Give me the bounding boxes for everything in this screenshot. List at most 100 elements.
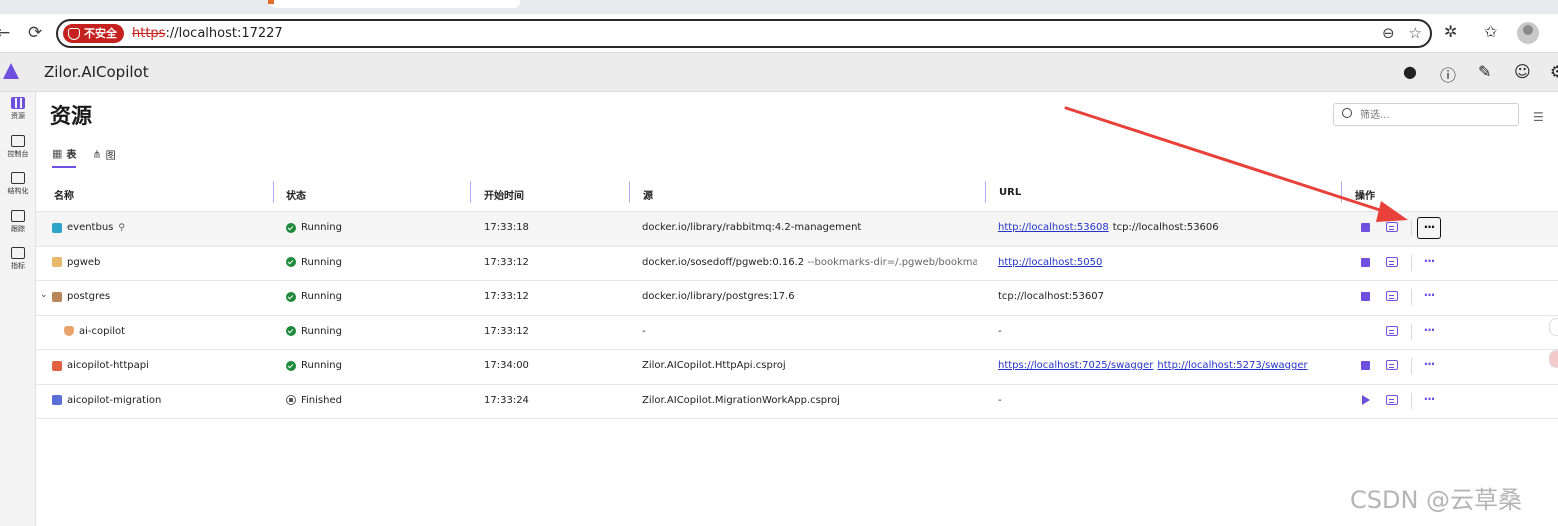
header-actions: 操作	[1355, 191, 1375, 202]
ai-assist-icon[interactable]: ✎	[1478, 62, 1491, 81]
column-resizer[interactable]	[470, 181, 471, 203]
table-row[interactable]: pgweb Running 17:33:12 docker.io/sosedof…	[36, 247, 1558, 281]
console-logs-button[interactable]	[1386, 394, 1398, 405]
view-tabs: ▦ 表 ⋔ 图	[52, 146, 116, 168]
nav-resources[interactable]: 资源	[0, 97, 36, 121]
start-time: 17:33:24	[484, 394, 529, 406]
favorites-icon[interactable]: ✩	[1484, 22, 1497, 41]
tab-table[interactable]: ▦ 表	[52, 146, 77, 168]
side-widget[interactable]	[1549, 350, 1558, 368]
stop-button[interactable]	[1361, 257, 1370, 267]
nav-label: 跟踪	[11, 225, 25, 233]
browser-tab[interactable]	[270, 0, 520, 8]
reload-icon[interactable]: ⟳	[28, 23, 42, 43]
project-icon	[52, 360, 62, 371]
nav-structured-logs[interactable]: 结构化	[0, 172, 36, 196]
table-row[interactable]: eventbus ⚲ Running 17:33:18 docker.io/li…	[36, 212, 1558, 247]
source-text: -	[642, 325, 646, 337]
console-logs-button[interactable]	[1386, 325, 1398, 336]
container-icon	[52, 222, 62, 233]
header-state[interactable]: 状态	[286, 187, 306, 202]
table-row[interactable]: aicopilot-migration Finished 17:33:24 Zi…	[36, 385, 1558, 419]
nav-metrics[interactable]: 指标	[0, 247, 36, 271]
table-row[interactable]: aicopilot-httpapi Running 17:34:00 Zilor…	[36, 350, 1558, 385]
resource-urls: http://localhost:5050	[998, 257, 1338, 268]
console-logs-button[interactable]	[1386, 256, 1398, 267]
column-resizer[interactable]	[985, 181, 986, 203]
more-actions-button[interactable]: ···	[1417, 321, 1441, 343]
nav-traces[interactable]: 跟踪	[0, 210, 36, 234]
action-divider	[1411, 323, 1412, 340]
header-source[interactable]: 源	[643, 187, 653, 202]
settings-gear-icon[interactable]: ⚙	[1550, 62, 1558, 81]
endpoint-link[interactable]: https://localhost:7025/swagger	[998, 360, 1153, 371]
back-arrow-icon[interactable]: ←	[0, 23, 10, 43]
endpoint-link[interactable]: http://localhost:5050	[998, 257, 1102, 268]
start-time: 17:33:12	[484, 256, 529, 268]
state-text: Running	[301, 256, 342, 268]
more-actions-button[interactable]: ···	[1417, 355, 1441, 377]
extensions-icon[interactable]: ✲	[1444, 22, 1457, 41]
resource-name-text: postgres	[67, 291, 111, 302]
start-button[interactable]	[1362, 394, 1370, 405]
github-icon[interactable]: ●	[1403, 62, 1417, 81]
endpoint-text: -	[998, 394, 1002, 406]
stop-button[interactable]	[1361, 361, 1370, 370]
resource-urls: tcp://localhost:53607	[998, 291, 1338, 302]
tab-graph[interactable]: ⋔ 图	[92, 146, 115, 168]
resource-name-text: aicopilot-migration	[67, 394, 162, 406]
header-url[interactable]: URL	[999, 187, 1021, 198]
aspire-logo-icon[interactable]	[3, 63, 19, 79]
console-logs-button[interactable]	[1386, 222, 1398, 232]
bookmark-star-icon[interactable]: ☆	[1409, 24, 1422, 42]
address-url[interactable]: https://localhost:17227	[132, 25, 283, 43]
table-row[interactable]: ⌄ postgres Running 17:33:12 docker.io/li…	[36, 281, 1558, 316]
not-secure-badge[interactable]: 不安全	[63, 24, 124, 43]
more-actions-button[interactable]: ···	[1417, 252, 1441, 274]
resource-state: Running	[286, 222, 342, 233]
stop-button[interactable]	[1361, 223, 1370, 232]
more-actions-button[interactable]: ···	[1417, 286, 1441, 308]
table-row[interactable]: ai-copilot Running 17:33:12 - - ···	[36, 316, 1558, 350]
help-icon[interactable]: ⓘ	[1440, 62, 1456, 86]
header-name[interactable]: 名称	[54, 187, 74, 202]
resources-grid-icon	[11, 97, 25, 109]
endpoint-text: tcp://localhost:53606	[1112, 222, 1219, 233]
console-logs-button[interactable]	[1386, 291, 1398, 301]
chevron-down-icon[interactable]: ⌄	[40, 290, 48, 300]
stop-button[interactable]	[1361, 292, 1370, 301]
filter-options-icon[interactable]: ☰	[1533, 110, 1544, 124]
resource-source: Zilor.AICopilot.MigrationWorkApp.csproj	[642, 395, 977, 406]
filter-box[interactable]	[1333, 103, 1519, 126]
more-actions-button[interactable]: ···	[1417, 217, 1441, 239]
state-text: Running	[301, 291, 342, 302]
nav-console[interactable]: 控制台	[0, 135, 36, 159]
endpoint-link[interactable]: http://localhost:53608	[998, 222, 1109, 233]
project-icon	[52, 395, 62, 405]
endpoint-text: tcp://localhost:53607	[998, 291, 1104, 302]
console-icon	[11, 135, 25, 147]
resource-source: -	[642, 326, 977, 337]
column-resizer[interactable]	[1341, 181, 1342, 203]
start-time: 17:33:12	[484, 325, 529, 337]
column-resizer[interactable]	[629, 181, 630, 203]
nav-label: 结构化	[7, 187, 29, 195]
column-resizer[interactable]	[273, 181, 274, 203]
app-header: Zilor.AICopilot ● ⓘ ✎ ☺ ⚙	[0, 53, 1558, 92]
pin-icon[interactable]: ⚲	[118, 223, 125, 233]
zoom-icon[interactable]: ⊖	[1382, 24, 1395, 42]
resource-urls: http://localhost:53608 tcp://localhost:53…	[998, 222, 1338, 233]
console-logs-button[interactable]	[1386, 360, 1398, 370]
graph-icon: ⋔	[92, 148, 102, 161]
header-start-time[interactable]: 开始时间	[484, 187, 524, 202]
side-widget[interactable]	[1549, 318, 1558, 336]
filter-input[interactable]	[1360, 106, 1510, 124]
copilot-icon[interactable]: ☺	[1514, 62, 1531, 81]
more-actions-button[interactable]: ···	[1417, 390, 1441, 412]
resource-state: Finished	[286, 395, 342, 406]
state-text: Finished	[301, 394, 342, 406]
start-time: 17:33:18	[484, 222, 529, 233]
address-bar[interactable]: 不安全 https://localhost:17227 ⊖ ☆	[56, 19, 1432, 48]
profile-avatar[interactable]	[1517, 22, 1539, 44]
endpoint-link[interactable]: http://localhost:5273/swagger	[1157, 360, 1307, 371]
